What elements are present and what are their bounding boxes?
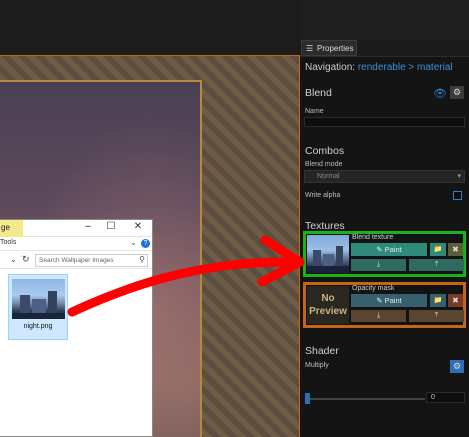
- write-alpha-checkbox[interactable]: [453, 191, 462, 200]
- explorer-titlebar[interactable]: ge – ☐ ✕: [0, 220, 152, 237]
- gear-icon[interactable]: ⚙: [450, 360, 464, 373]
- slider-handle[interactable]: [305, 393, 310, 404]
- opacity-mask-card: No Preview Opacity mask ✎ Paint 📁 ✖ ⤓ ⤒: [303, 282, 466, 328]
- export-icon[interactable]: ⤒: [409, 259, 464, 271]
- properties-tab-label: Properties: [317, 44, 354, 53]
- top-bar: [0, 0, 300, 55]
- name-label: Name: [305, 108, 324, 115]
- tab-properties[interactable]: ☰ Properties: [301, 40, 357, 56]
- paint-label: Paint: [384, 245, 402, 254]
- ribbon-tools-label[interactable]: Tools: [0, 239, 16, 246]
- blend-mode-label: Blend mode: [305, 161, 343, 168]
- breadcrumb-material[interactable]: material: [417, 62, 453, 73]
- list-icon: ☰: [306, 44, 314, 53]
- search-placeholder: Search Wallpaper Images: [39, 257, 114, 264]
- blend-texture-card: Blend texture ✎ Paint 📁 ✖ ⤓ ⤒: [303, 231, 466, 277]
- breadcrumb-renderable[interactable]: renderable: [358, 62, 406, 73]
- close-icon[interactable]: ✕: [131, 221, 145, 232]
- properties-panel: ☰ Properties Navigation: renderable > mat…: [300, 40, 469, 437]
- help-icon[interactable]: ?: [141, 239, 150, 248]
- combos-header: Combos: [305, 145, 345, 157]
- app-root: ge – ☐ ✕ Tools ⌄ ? ⌄ ↻ Search Wallpaper …: [0, 0, 469, 437]
- no-preview-thumbnail[interactable]: No Preview: [307, 286, 349, 324]
- file-explorer-window[interactable]: ge – ☐ ✕ Tools ⌄ ? ⌄ ↻ Search Wallpaper …: [0, 219, 153, 437]
- slider-value-field[interactable]: 0: [426, 392, 465, 403]
- blend-texture-label: Blend texture: [352, 234, 394, 241]
- gear-icon[interactable]: ⚙: [450, 86, 464, 99]
- navigation-label: Navigation:: [305, 62, 356, 73]
- file-name: night.png: [23, 323, 53, 330]
- opacity-mask-label: Opacity mask: [352, 285, 395, 292]
- blend-mode-select[interactable]: Normal ▾: [304, 170, 465, 183]
- paint-button[interactable]: ✎ Paint: [351, 243, 427, 256]
- export-icon[interactable]: ⤒: [409, 310, 464, 322]
- name-field[interactable]: [304, 117, 465, 127]
- explorer-tab[interactable]: ge: [0, 220, 23, 237]
- file-item[interactable]: night.png: [8, 274, 68, 340]
- address-dropdown-icon[interactable]: ⌄: [10, 255, 17, 264]
- folder-icon[interactable]: 📁: [430, 294, 446, 307]
- refresh-icon[interactable]: ↻: [22, 254, 30, 265]
- breadcrumb: Navigation: renderable > material: [305, 62, 453, 73]
- eye-icon[interactable]: 👁: [433, 87, 447, 100]
- blend-mode-value: Normal: [317, 173, 340, 180]
- shader-label: Multiply: [305, 362, 329, 369]
- import-icon[interactable]: ⤓: [351, 310, 406, 322]
- import-icon[interactable]: ⤓: [351, 259, 406, 271]
- properties-body: Navigation: renderable > material Blend …: [300, 56, 469, 437]
- chevron-down-icon: ▾: [457, 173, 461, 180]
- search-input[interactable]: Search Wallpaper Images ⚲: [35, 254, 148, 267]
- shader-header: Shader: [305, 345, 339, 357]
- breadcrumb-separator: >: [408, 62, 415, 73]
- clear-icon[interactable]: ✖: [448, 294, 463, 307]
- chevron-down-icon[interactable]: ⌄: [130, 238, 137, 247]
- blend-texture-thumbnail[interactable]: [307, 235, 349, 273]
- slider-track[interactable]: [308, 398, 425, 400]
- paint-label: Paint: [384, 296, 402, 305]
- blend-header: Blend: [305, 87, 332, 99]
- write-alpha-label: Write alpha: [305, 192, 341, 199]
- search-icon[interactable]: ⚲: [139, 255, 145, 264]
- explorer-ribbon: Tools ⌄ ?: [0, 237, 152, 251]
- minimize-icon[interactable]: –: [81, 221, 95, 232]
- maximize-icon[interactable]: ☐: [104, 221, 118, 232]
- file-thumbnail: [12, 279, 65, 319]
- folder-icon[interactable]: 📁: [430, 243, 446, 256]
- clear-icon[interactable]: ✖: [448, 243, 463, 256]
- explorer-address-bar: ⌄ ↻ Search Wallpaper Images ⚲: [0, 251, 152, 269]
- paint-button[interactable]: ✎ Paint: [351, 294, 427, 307]
